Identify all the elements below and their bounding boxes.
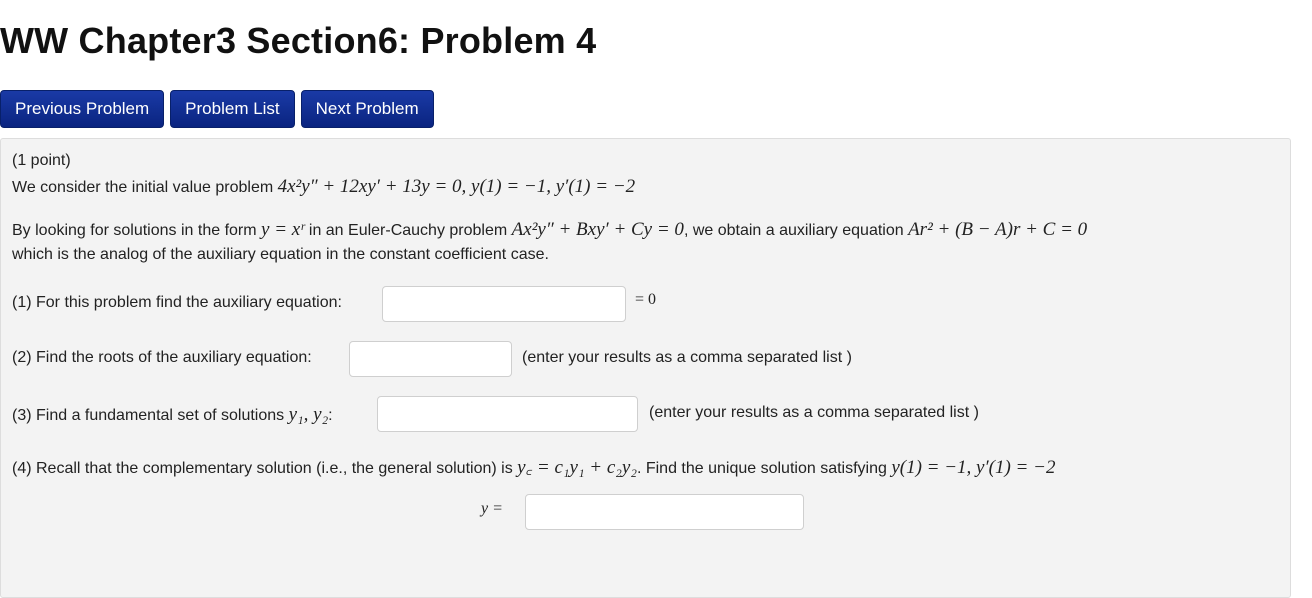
problem-list-button[interactable]: Problem List: [170, 90, 295, 128]
solution-form: y = xʳ: [261, 219, 305, 240]
q4-label: (4) Recall that the complementary soluti…: [12, 453, 1055, 479]
fundamental-set-hint: (enter your results as a comma separated…: [649, 404, 979, 421]
page-title: WW Chapter3 Section6: Problem 4: [0, 20, 597, 61]
euler-cauchy-equation: Ax²y″ + Bxy′ + Cy = 0: [511, 219, 684, 240]
explanation-text-2: in an Euler-Cauchy problem: [304, 222, 512, 239]
y-equals-label: y =: [481, 500, 503, 517]
auxiliary-equation-general: Ar² + (B − A)r + C = 0: [908, 219, 1088, 240]
q1-label: (1) For this problem find the auxiliary …: [12, 294, 342, 311]
initial-conditions: y(1) = −1, y′(1) = −2: [891, 457, 1056, 478]
general-solution-formula: y꜀ = c₁y₁ + c₂y₂: [517, 457, 637, 478]
q3-text: (3) Find a fundamental set of solutions: [12, 407, 289, 424]
fundamental-set-symbols: y₁, y₂: [288, 404, 329, 425]
problem-navigation: Previous Problem Problem List Next Probl…: [0, 90, 440, 128]
equals-zero: = 0: [635, 291, 657, 308]
intro-text: We consider the initial value problem: [12, 179, 278, 196]
roots-hint: (enter your results as a comma separated…: [522, 349, 852, 366]
explanation-line-2: which is the analog of the auxiliary equ…: [12, 246, 549, 263]
q2-label: (2) Find the roots of the auxiliary equa…: [12, 349, 312, 366]
points-label: (1 point): [12, 152, 71, 169]
auxiliary-equation-input[interactable]: [382, 286, 626, 322]
euler-cauchy-explanation: By looking for solutions in the form y =…: [12, 219, 1087, 241]
unique-solution-input[interactable]: [525, 494, 804, 530]
explanation-text-3: , we obtain a auxiliary equation: [683, 222, 909, 239]
problem-panel: (1 point) We consider the initial value …: [0, 138, 1291, 598]
q3-label: (3) Find a fundamental set of solutions …: [12, 404, 333, 426]
previous-problem-button[interactable]: Previous Problem: [0, 90, 165, 128]
next-problem-button[interactable]: Next Problem: [300, 90, 434, 128]
q4-text-2: . Find the unique solution satisfying: [636, 460, 892, 477]
fundamental-set-input[interactable]: [377, 396, 638, 432]
ivp-equation: 4x²y″ + 12xy′ + 13y = 0, y(1) = −1, y′(1…: [277, 176, 636, 197]
explanation-text-1: By looking for solutions in the form: [12, 222, 262, 239]
roots-input[interactable]: [349, 341, 512, 377]
problem-intro: We consider the initial value problem 4x…: [12, 176, 635, 198]
q4-text-1: (4) Recall that the complementary soluti…: [12, 460, 518, 477]
q3-colon: :: [328, 407, 333, 424]
